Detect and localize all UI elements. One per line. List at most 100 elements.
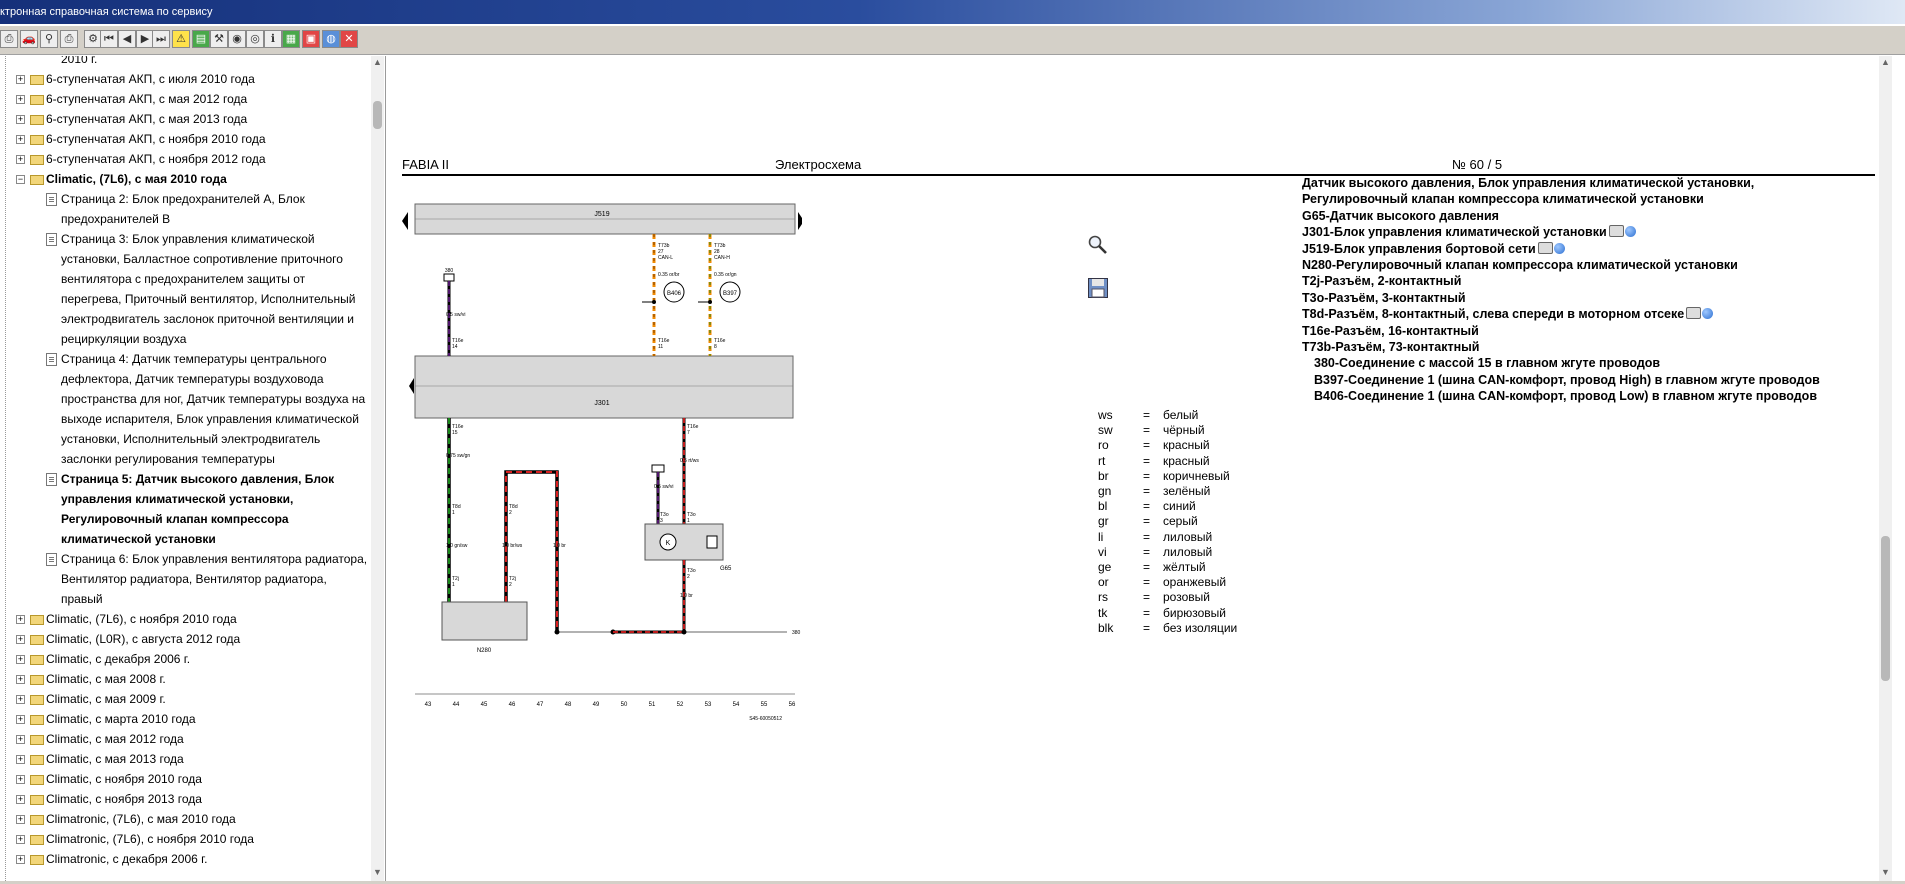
- exit-icon[interactable]: ✕: [340, 30, 358, 48]
- location-globe-icon[interactable]: [1624, 226, 1636, 238]
- legend-code: ro: [1098, 438, 1109, 453]
- expand-icon[interactable]: +: [16, 635, 25, 644]
- wire-b-label: 0.35 or/gn: [714, 272, 737, 278]
- tree-item-label: Страница 4: Датчик температуры центральн…: [61, 352, 327, 366]
- component-description: T3o-Разъём, 3-контактный: [1302, 291, 1466, 305]
- t3o-pin-b: 1: [687, 518, 690, 524]
- tree-item-label: 6-ступенчатая АКП, с мая 2013 года: [46, 112, 248, 126]
- folder-icon: [30, 95, 44, 105]
- tree-item-label: установки, Исполнительный электродвигате…: [61, 432, 321, 446]
- legend-eq: =: [1143, 529, 1151, 544]
- expand-icon[interactable]: +: [16, 655, 25, 664]
- tree-item-label: Climatic, (7L6), с ноября 2010 года: [46, 612, 237, 626]
- expand-icon[interactable]: +: [16, 75, 25, 84]
- t16e-pin-d: 7: [687, 430, 690, 436]
- book-icon[interactable]: ▤: [192, 30, 210, 48]
- photo-icon[interactable]: [1537, 241, 1553, 254]
- ref-380-label: 380: [445, 268, 454, 274]
- zoom-icon[interactable]: [1087, 234, 1109, 256]
- expand-icon[interactable]: +: [16, 675, 25, 684]
- diagram-next-arrow[interactable]: [798, 212, 802, 230]
- tree-item-label: Climatronic, (7L6), с мая 2010 года: [46, 812, 236, 826]
- save-icon[interactable]: [1087, 277, 1109, 299]
- wire-g-label-b: 1.0 br: [680, 593, 693, 599]
- tree-item-label: заслонки регулирования температуры: [61, 452, 275, 466]
- doc-scroll-thumb[interactable]: [1881, 536, 1890, 681]
- tree-item-label: выходе испарителя, Блок управления клима…: [61, 412, 359, 426]
- info-icon[interactable]: ℹ: [264, 30, 282, 48]
- document-scrollbar[interactable]: ▲ ▼: [1879, 56, 1892, 881]
- wire-e-label: 1.0 gn/sw: [446, 543, 468, 549]
- expand-icon[interactable]: +: [16, 95, 25, 104]
- component-description-text: T2j-Разъём, 2-контактный: [1302, 274, 1462, 289]
- can-h-label: CAN-H: [714, 255, 730, 261]
- expand-icon[interactable]: +: [16, 715, 25, 724]
- printer-icon[interactable]: ⎙: [60, 30, 78, 48]
- scroll-down-icon[interactable]: ▼: [371, 866, 384, 879]
- expand-icon[interactable]: +: [16, 615, 25, 624]
- folder-icon: [30, 155, 44, 165]
- camera-icon[interactable]: ◉: [228, 30, 246, 48]
- photo-icon[interactable]: [1686, 307, 1702, 320]
- document-icon[interactable]: ▣: [302, 30, 320, 48]
- collapse-icon[interactable]: −: [16, 175, 25, 184]
- expand-icon[interactable]: +: [16, 775, 25, 784]
- t8d-pin-a: 1: [452, 510, 455, 516]
- tree-item-label: 6-ступенчатая АКП, с ноября 2012 года: [46, 152, 266, 166]
- photo-icon[interactable]: [1608, 225, 1624, 238]
- legend-eq: =: [1143, 499, 1151, 514]
- truck-icon[interactable]: ▦: [282, 30, 300, 48]
- component-description-text: J519-Блок управления бортовой сети: [1302, 241, 1536, 256]
- folder-icon: [30, 135, 44, 145]
- last-page-icon[interactable]: ⏭: [152, 30, 170, 48]
- warning-icon[interactable]: ⚠: [172, 30, 190, 48]
- grid-number: 45: [481, 702, 488, 708]
- expand-icon[interactable]: +: [16, 695, 25, 704]
- first-page-icon[interactable]: ⏮: [100, 30, 118, 48]
- expand-icon[interactable]: +: [16, 815, 25, 824]
- expand-icon[interactable]: +: [16, 755, 25, 764]
- grid-number: 49: [593, 702, 600, 708]
- search-icon[interactable]: ⚲: [40, 30, 58, 48]
- document-view: FABIA II Электросхема № 60 / 5 J519 J301…: [387, 56, 1905, 881]
- wire-c-label-g65: 0.5 sw/vi: [654, 484, 673, 490]
- component-description: Регулировочный клапан компрессора климат…: [1302, 192, 1704, 206]
- legend-eq: =: [1143, 575, 1151, 590]
- legend-name: синий: [1163, 499, 1196, 514]
- tree-item-label: Вентилятор радиатора, Вентилятор радиато…: [61, 572, 327, 586]
- folder-icon: [30, 115, 44, 125]
- page-icon: [46, 473, 57, 486]
- legend-name: лиловый: [1163, 529, 1213, 544]
- component-description: B397-Соединение 1 (шина CAN-комфорт, про…: [1314, 373, 1820, 387]
- location-globe-icon[interactable]: [1553, 242, 1565, 254]
- expand-icon[interactable]: +: [16, 115, 25, 124]
- scroll-up-icon[interactable]: ▲: [371, 56, 384, 69]
- tree-scrollbar[interactable]: ▲ ▼: [371, 56, 384, 881]
- car-icon[interactable]: 🚗: [20, 30, 38, 48]
- legend-eq: =: [1143, 514, 1151, 529]
- tool-icon[interactable]: ⚒: [210, 30, 228, 48]
- window-title-bar: ктронная справочная система по сервису: [0, 0, 1905, 24]
- tree-item-label: Climatic, с декабря 2006 г.: [46, 652, 191, 666]
- expand-icon[interactable]: +: [16, 155, 25, 164]
- t16e-pin-a: 14: [452, 344, 458, 350]
- tree-scroll-thumb[interactable]: [373, 101, 382, 129]
- location-globe-icon[interactable]: [1702, 308, 1714, 320]
- diagram-prev-arrow[interactable]: [402, 212, 408, 230]
- tree-item-label: рециркуляции воздуха: [61, 332, 187, 346]
- eye-icon[interactable]: ◎: [246, 30, 264, 48]
- folder-icon: [30, 615, 44, 625]
- expand-icon[interactable]: +: [16, 735, 25, 744]
- diagram-stamp: S45-60050512: [749, 716, 782, 722]
- expand-icon[interactable]: +: [16, 855, 25, 864]
- globe-icon[interactable]: ◍: [322, 30, 340, 48]
- expand-icon[interactable]: +: [16, 795, 25, 804]
- expand-icon[interactable]: +: [16, 835, 25, 844]
- print-icon[interactable]: ⎙: [0, 30, 18, 48]
- legend-eq: =: [1143, 468, 1151, 483]
- expand-icon[interactable]: +: [16, 135, 25, 144]
- component-description-text: 380-Соединение с массой 15 в главном жгу…: [1314, 356, 1661, 371]
- prev-page-icon[interactable]: ◀: [118, 30, 136, 48]
- doc-scroll-down-icon[interactable]: ▼: [1879, 866, 1892, 879]
- doc-scroll-up-icon[interactable]: ▲: [1879, 56, 1892, 69]
